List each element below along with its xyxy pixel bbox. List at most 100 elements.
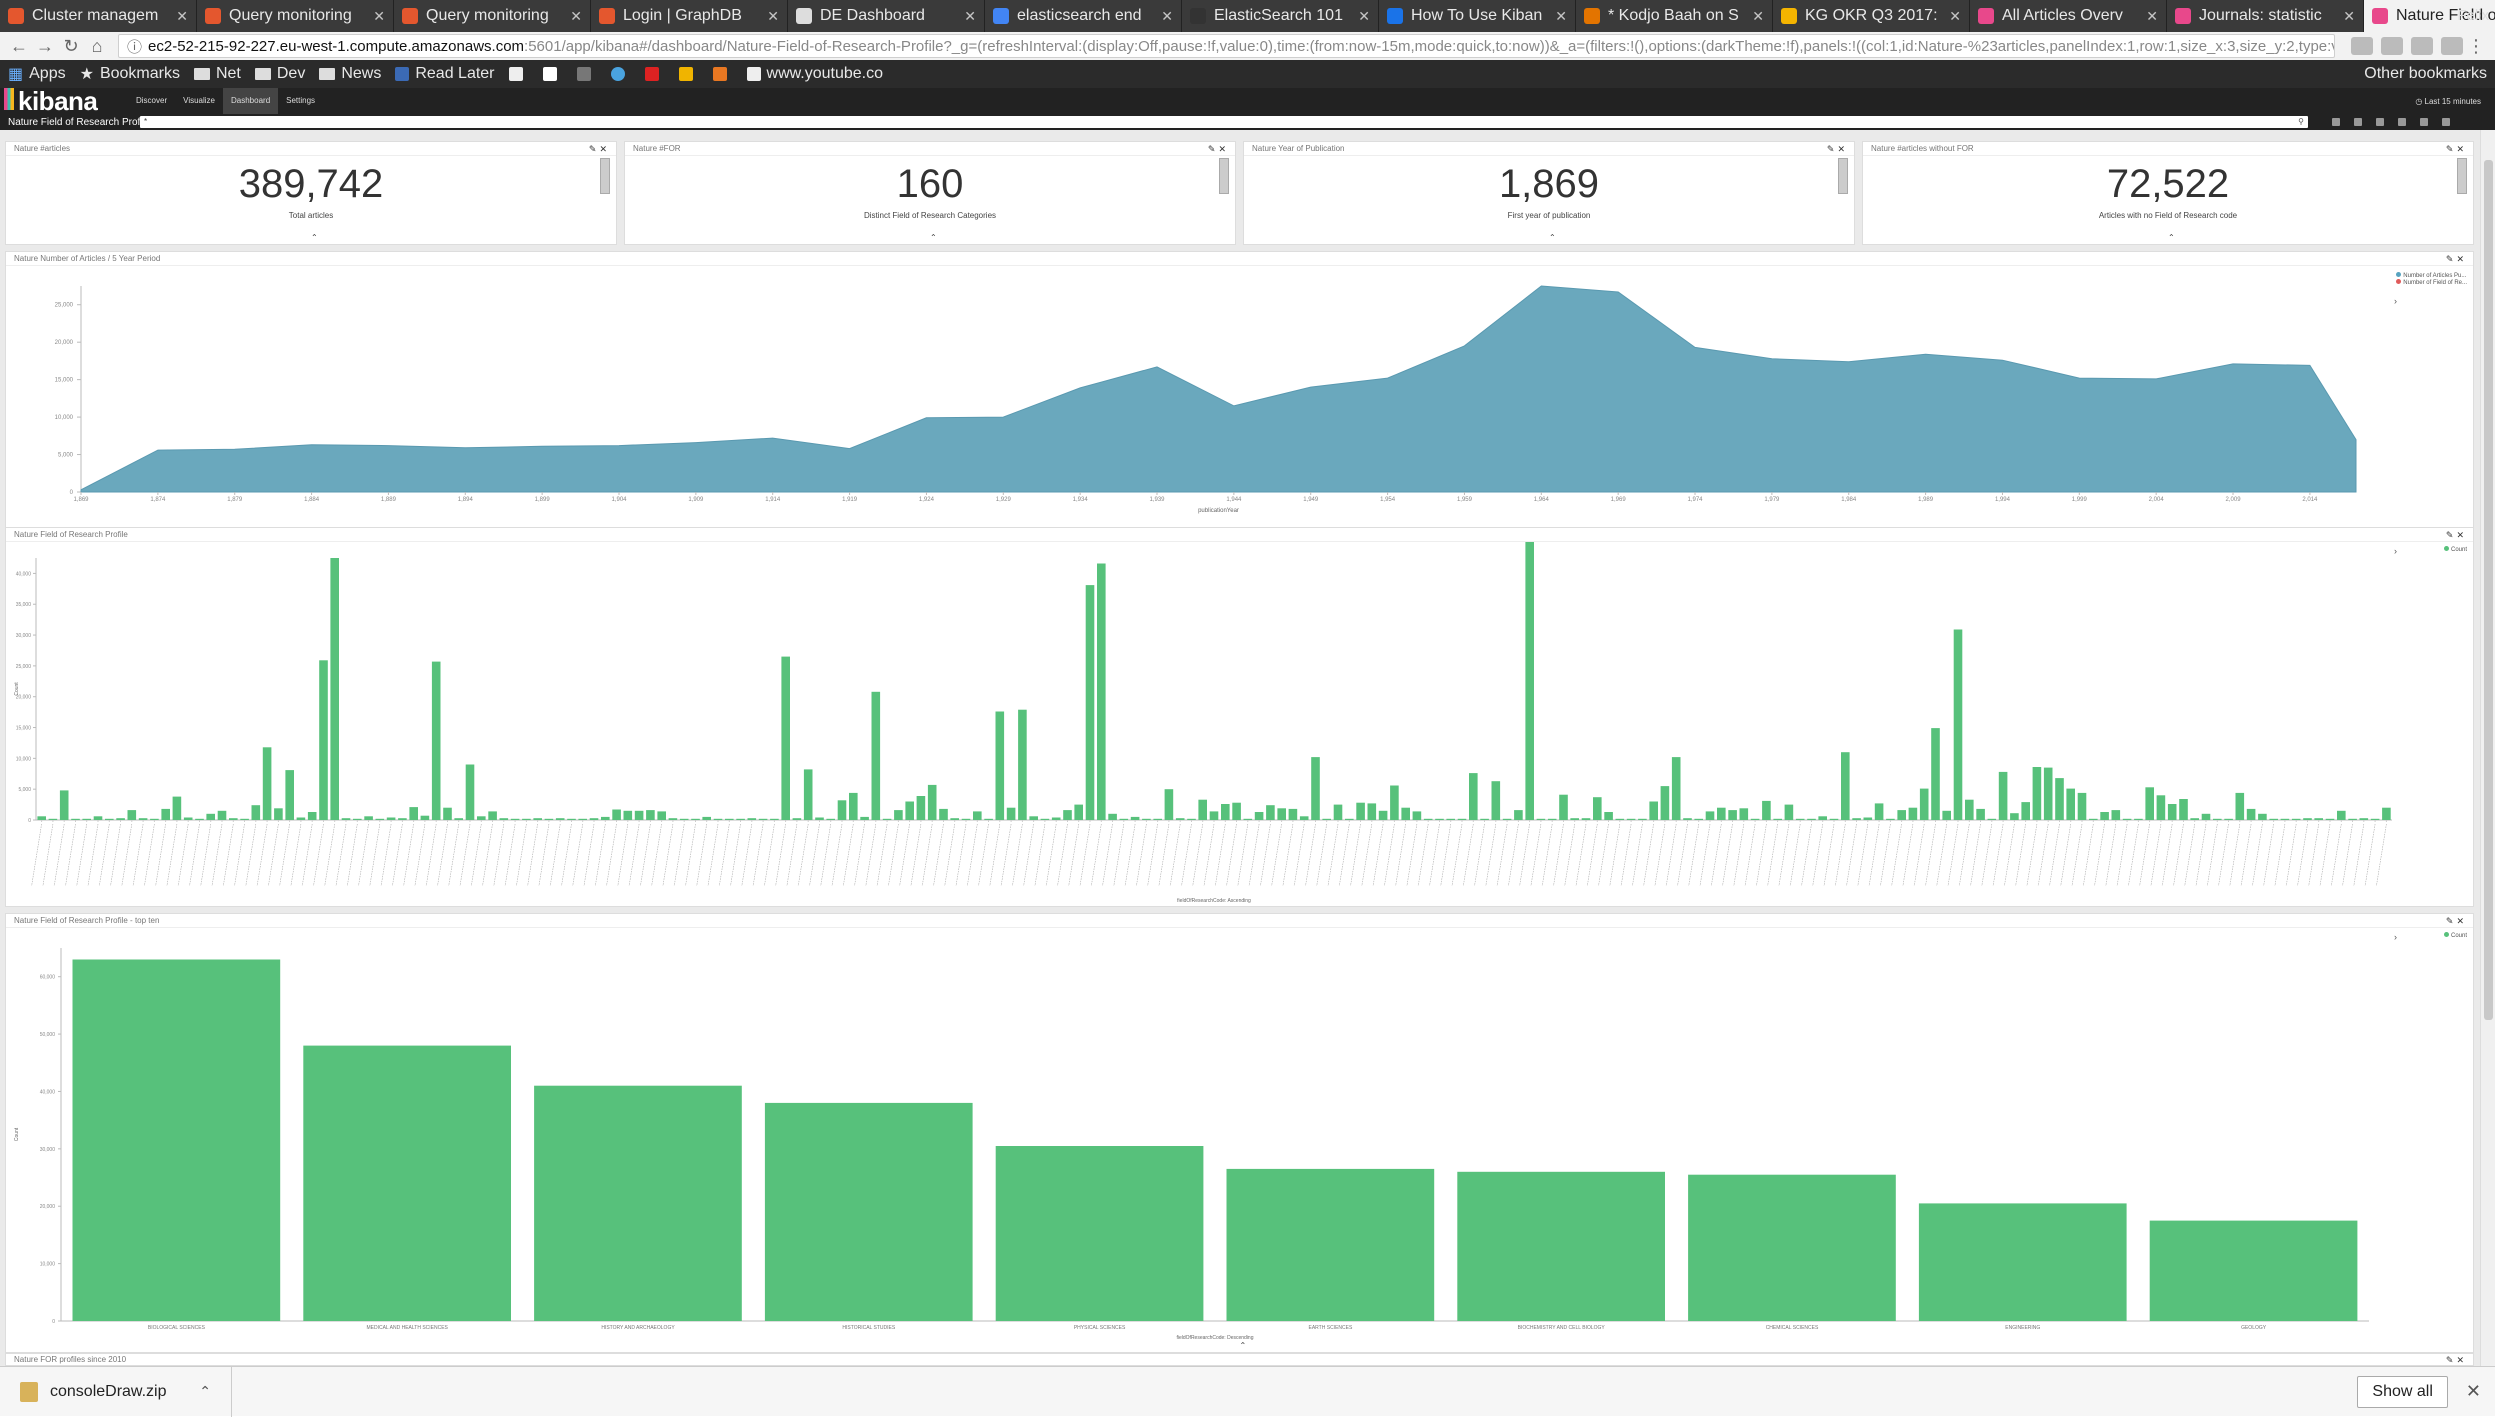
bookmark-bookmarks[interactable]: ★ Bookmarks [80,64,180,84]
bar[interactable] [2145,787,2154,820]
bar[interactable] [71,818,80,820]
bar[interactable] [488,811,497,820]
bar[interactable] [229,818,238,820]
bar[interactable] [510,818,520,820]
bar[interactable] [1446,818,1455,820]
bookmark-icon-only[interactable] [678,67,699,81]
bar[interactable] [1965,799,1974,820]
bar[interactable] [1683,818,1692,820]
nav-discover[interactable]: Discover [128,88,175,114]
open-icon[interactable] [2376,118,2384,126]
bar[interactable] [206,813,215,820]
bookmark-icon-only[interactable] [542,67,563,81]
bar[interactable] [2190,818,2199,820]
panel-scrollbar[interactable] [2457,158,2467,194]
other-bookmarks[interactable]: Other bookmarks [2364,65,2487,83]
bar[interactable] [567,818,576,820]
bar[interactable] [882,818,892,820]
bar[interactable] [1153,818,1162,820]
bar[interactable] [1626,818,1636,820]
nav-settings[interactable]: Settings [278,88,323,114]
bar[interactable] [2167,804,2177,820]
tab-close-icon[interactable]: ✕ [566,8,582,25]
bar[interactable] [1908,807,1918,820]
bar[interactable] [2179,799,2188,820]
bar[interactable] [1175,818,1185,820]
bar[interactable] [1671,757,1681,820]
edit-icon[interactable]: ✎ [2446,530,2457,540]
bookmark-icon-only[interactable] [712,67,733,81]
panel-actions[interactable]: ✎✕ [2446,252,2467,266]
bar[interactable] [984,818,993,820]
bar[interactable] [183,817,193,821]
bar[interactable] [1762,800,1771,820]
bar[interactable] [443,807,452,820]
bar[interactable] [1897,810,1906,820]
bar[interactable] [285,770,294,820]
bar[interactable] [2314,818,2323,820]
bar[interactable] [634,810,644,820]
bar[interactable] [939,808,948,820]
bar[interactable] [1852,818,1861,820]
nav-visualize[interactable]: Visualize [175,88,223,114]
bar[interactable] [1390,785,1399,821]
bar[interactable] [2201,813,2211,820]
bar[interactable] [534,1085,742,1321]
bar[interactable] [1187,818,1196,820]
panel-actions[interactable]: ✎✕ [1827,142,1848,156]
bar[interactable] [1006,807,1016,820]
bar[interactable] [499,818,509,820]
bar[interactable] [1457,818,1467,820]
edit-icon[interactable]: ✎ [2446,144,2457,154]
bar[interactable] [1288,808,1298,820]
scrollbar-thumb[interactable] [2484,160,2493,1020]
bar[interactable] [330,558,339,820]
bar[interactable] [2258,813,2267,820]
bookmark-folder-dev[interactable]: Dev [254,65,305,83]
share-icon[interactable] [2398,118,2406,126]
browser-tab[interactable]: ElasticSearch 101 ✕ [1182,0,1379,32]
for-bar-chart[interactable]: 05,00010,00015,00020,00025,00030,00035,0… [6,542,2475,906]
tab-close-icon[interactable]: ✕ [369,8,385,25]
close-icon[interactable]: ✕ [2466,1381,2481,1402]
menu-icon[interactable]: ⋮ [2463,36,2489,57]
caret-up-icon[interactable]: ⌃ [2168,233,2175,242]
bar[interactable] [1615,818,1625,820]
bar[interactable] [1807,818,1816,820]
bar[interactable] [59,790,69,820]
browser-tab[interactable]: KG OKR Q3 2017: ✕ [1773,0,1970,32]
home-icon[interactable]: ⌂ [84,36,110,57]
bar[interactable] [1108,813,1117,820]
bar[interactable] [1198,799,1207,820]
panel-scrollbar[interactable] [1219,158,1229,194]
bar[interactable] [1931,728,1940,820]
page-scrollbar[interactable] [2480,130,2495,1366]
bar[interactable] [1469,773,1478,820]
address-bar[interactable]: ⓘ ec2-52-215-92-227.eu-west-1.compute.am… [118,34,2335,58]
bar[interactable] [1649,801,1658,821]
bar[interactable] [1266,805,1275,820]
bar[interactable] [803,769,813,820]
download-item[interactable]: consoleDraw.zip ⌃ [0,1366,232,1417]
edit-icon[interactable]: ✎ [589,144,600,154]
tab-close-icon[interactable]: ✕ [2142,8,2158,25]
bar[interactable] [82,818,91,820]
tab-close-icon[interactable]: ✕ [763,8,779,25]
bar[interactable] [1694,818,1703,820]
tab-close-icon[interactable]: ✕ [960,8,976,25]
bar[interactable] [871,691,881,820]
bar[interactable] [2359,818,2369,820]
bar[interactable] [961,818,971,820]
bar[interactable] [1322,818,1331,820]
bookmark-icon-only[interactable] [644,67,665,81]
bar[interactable] [307,812,317,820]
bar[interactable] [1164,789,1174,820]
bar[interactable] [815,817,824,821]
bar[interactable] [1040,818,1050,820]
bookmark-icon-only[interactable] [508,67,529,81]
bar[interactable] [1435,818,1444,820]
browser-tab[interactable]: Journals: statistic ✕ [2167,0,2364,32]
bar[interactable] [1818,816,1827,820]
bar[interactable] [1705,811,1715,820]
bar[interactable] [341,818,351,820]
